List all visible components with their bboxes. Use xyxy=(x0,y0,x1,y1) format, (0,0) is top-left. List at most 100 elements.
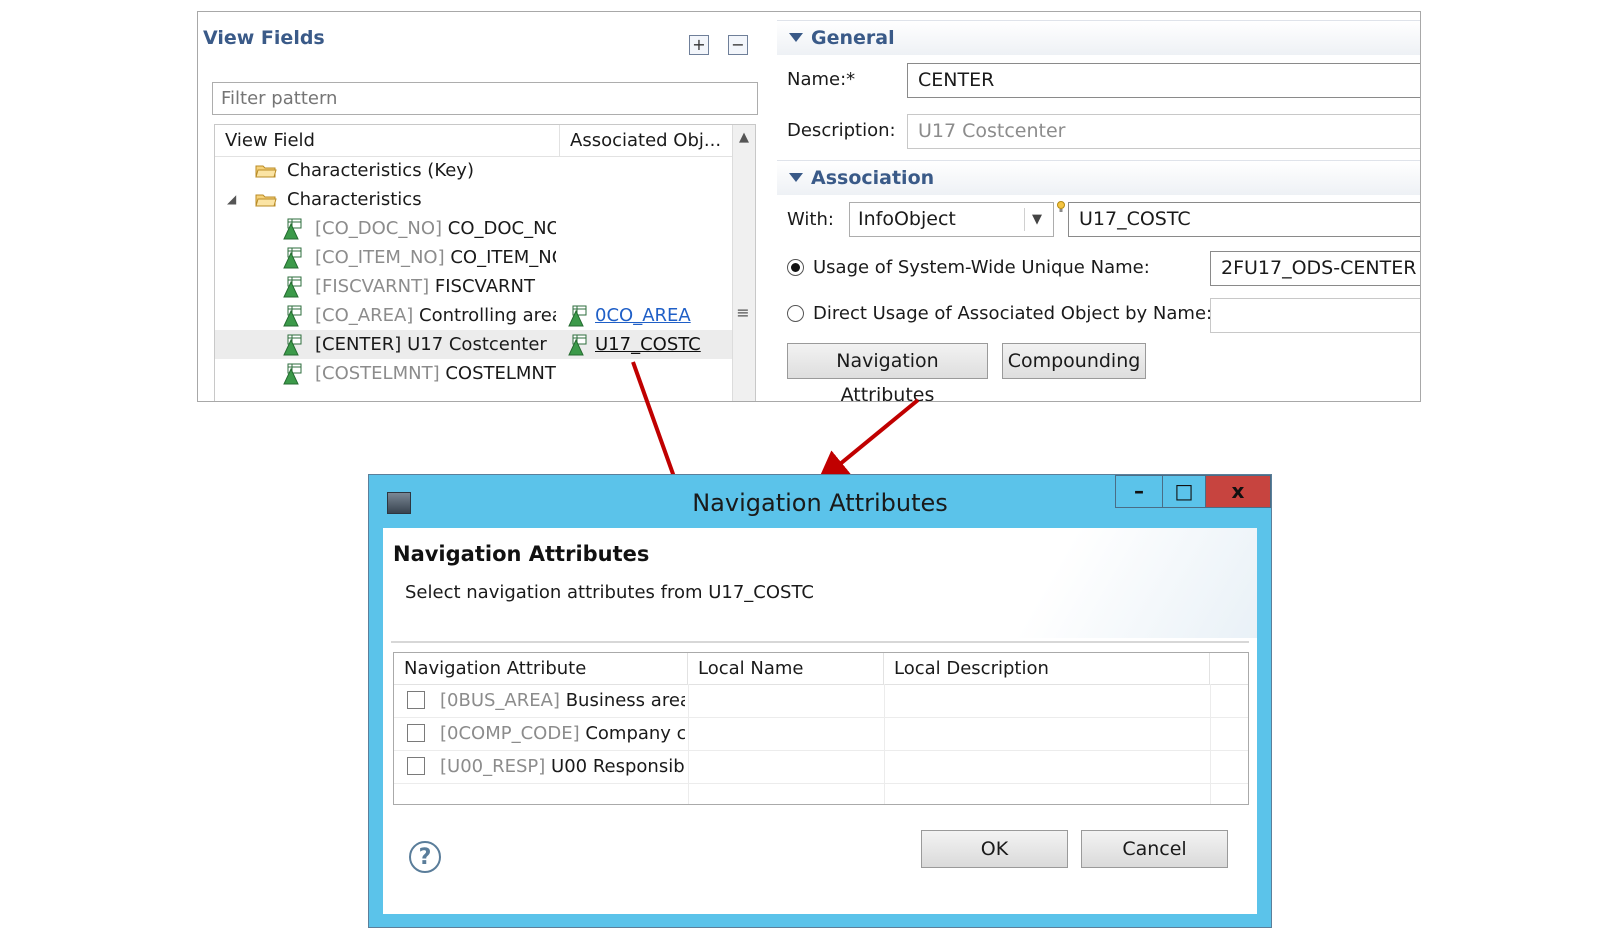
usage-system-wide-label: Usage of System-Wide Unique Name: xyxy=(813,257,1150,278)
field-name: Controlling area xyxy=(419,305,556,326)
tree-row[interactable]: Characteristics (Key) xyxy=(215,156,733,185)
lightbulb-icon xyxy=(1057,201,1065,212)
field-name: U17 Costcenter xyxy=(407,334,547,355)
characteristic-icon xyxy=(283,218,302,240)
direct-usage-label: Direct Usage of Associated Object by Nam… xyxy=(813,303,1213,324)
attribute-name: Company code xyxy=(585,723,685,744)
row-checkbox[interactable] xyxy=(407,691,425,709)
tree-row-label: Characteristics xyxy=(287,189,422,210)
association-section-title: Association xyxy=(811,167,935,189)
with-select-value: InfoObject xyxy=(858,208,956,230)
column-header-associated-object[interactable]: Associated Obj... xyxy=(560,125,733,156)
minus-box-icon[interactable]: − xyxy=(728,35,748,55)
navigation-attributes-table: Navigation Attribute Local Name Local De… xyxy=(393,652,1249,805)
header-banner xyxy=(997,528,1257,638)
associated-object-link[interactable]: U17_COSTC xyxy=(595,330,701,359)
collapse-triangle-icon xyxy=(789,33,803,42)
view-fields-panel: View Fields + − View Field Associated Ob… xyxy=(198,12,766,401)
maximize-button[interactable]: □ xyxy=(1162,475,1206,508)
characteristic-icon xyxy=(283,334,302,356)
scroll-grip-icon[interactable]: ≡ xyxy=(736,275,750,350)
row-checkbox[interactable] xyxy=(407,724,425,742)
column-header-local-description[interactable]: Local Description xyxy=(884,653,1210,684)
with-label: With: xyxy=(787,209,834,230)
view-fields-tree: View Field Associated Obj... Characteris… xyxy=(214,124,756,401)
close-button[interactable]: x xyxy=(1205,475,1271,508)
dialog-titlebar[interactable]: Navigation Attributes – □ x xyxy=(369,475,1271,528)
chevron-down-icon[interactable]: ▼ xyxy=(1024,208,1049,231)
dialog-heading: Navigation Attributes xyxy=(393,542,650,566)
association-section-header[interactable]: Association xyxy=(777,160,1420,195)
direct-usage-radio[interactable] xyxy=(787,305,804,322)
tree-row[interactable]: [CO_ITEM_NO] CO_ITEM_NO xyxy=(215,243,733,272)
general-section-header[interactable]: General xyxy=(777,20,1420,55)
field-tech-name: [FISCVARNT] xyxy=(315,276,430,297)
table-row[interactable]: [0COMP_CODE] Company code xyxy=(394,717,1248,751)
field-name: CO_ITEM_NO xyxy=(450,247,556,268)
field-name: COSTELMNT xyxy=(445,363,556,384)
column-header-view-field[interactable]: View Field xyxy=(215,125,560,156)
tree-row[interactable]: [FISCVARNT] FISCVARNT xyxy=(215,272,733,301)
with-select[interactable]: InfoObject ▼ xyxy=(849,202,1054,237)
column-header-local-name[interactable]: Local Name xyxy=(688,653,884,684)
field-tech-name: [CO_ITEM_NO] xyxy=(315,247,445,268)
properties-panel: General Name:* CENTER Description: U17 C… xyxy=(777,12,1420,401)
field-name: CO_DOC_NO xyxy=(447,218,556,239)
view-fields-title: View Fields xyxy=(203,27,325,49)
field-tech-name: [CO_DOC_NO] xyxy=(315,218,443,239)
tree-row[interactable]: [CO_AREA] Controlling area 0CO_AREA xyxy=(215,301,733,330)
description-label: Description: xyxy=(787,120,896,141)
plus-box-icon[interactable]: + xyxy=(689,35,709,55)
table-row[interactable]: [0BUS_AREA] Business area xyxy=(394,684,1248,718)
characteristic-icon xyxy=(283,247,302,269)
usage-system-wide-radio[interactable] xyxy=(787,259,804,276)
attribute-name: U00 Responsible xyxy=(551,756,685,777)
table-row[interactable]: [U00_RESP] U00 Responsible xyxy=(394,750,1248,784)
collapse-triangle-icon xyxy=(789,173,803,182)
navigation-attributes-button[interactable]: Navigation Attributes xyxy=(787,343,988,401)
field-name: FISCVARNT xyxy=(434,276,535,297)
general-section-title: General xyxy=(811,27,895,49)
tree-row[interactable]: ◢ Characteristics xyxy=(215,185,733,214)
dialog-client: Navigation Attributes Select navigation … xyxy=(383,528,1257,914)
divider xyxy=(391,641,1249,643)
characteristic-icon xyxy=(283,363,302,385)
folder-open-icon xyxy=(255,194,277,207)
name-input[interactable]: CENTER xyxy=(907,63,1420,98)
ok-button[interactable]: OK xyxy=(921,830,1068,868)
tree-row[interactable]: [CO_DOC_NO] CO_DOC_NO xyxy=(215,214,733,243)
minimize-button[interactable]: – xyxy=(1115,475,1163,508)
attribute-tech-name: [0COMP_CODE] xyxy=(440,723,580,744)
row-checkbox[interactable] xyxy=(407,757,425,775)
description-input[interactable]: U17 Costcenter xyxy=(907,114,1420,149)
folder-open-icon xyxy=(255,165,277,178)
column-divider xyxy=(688,684,689,804)
infoobject-icon xyxy=(568,334,587,356)
tree-scrollbar[interactable]: ▲ ≡ xyxy=(732,125,755,401)
editor-frame: View Fields + − View Field Associated Ob… xyxy=(197,11,1421,402)
dialog-subtitle: Select navigation attributes from U17_CO… xyxy=(405,582,814,603)
scroll-up-icon[interactable]: ▲ xyxy=(733,125,755,151)
characteristic-icon xyxy=(283,305,302,327)
system-wide-name-input[interactable]: 2FU17_ODS-CENTER xyxy=(1210,251,1420,286)
direct-usage-input[interactable] xyxy=(1210,298,1420,333)
tree-header: View Field Associated Obj... xyxy=(215,125,733,157)
filter-input[interactable] xyxy=(212,82,758,115)
navigation-attributes-dialog: Navigation Attributes – □ x Navigation A… xyxy=(368,474,1272,928)
tree-row-label: Characteristics (Key) xyxy=(287,160,474,181)
cancel-button[interactable]: Cancel xyxy=(1081,830,1228,868)
expander-icon[interactable]: ◢ xyxy=(227,185,236,214)
compounding-button[interactable]: Compounding xyxy=(1002,343,1146,379)
help-icon[interactable]: ? xyxy=(409,841,441,873)
tree-row[interactable]: [COSTELMNT] COSTELMNT xyxy=(215,359,733,388)
attribute-tech-name: [0BUS_AREA] xyxy=(440,690,560,711)
field-tech-name: [COSTELMNT] xyxy=(315,363,440,384)
name-label: Name:* xyxy=(787,69,856,90)
associated-object-input[interactable]: U17_COSTC xyxy=(1068,202,1420,237)
arrow-to-dialog-title xyxy=(816,398,920,484)
infoobject-icon xyxy=(568,305,587,327)
associated-object-link[interactable]: 0CO_AREA xyxy=(595,301,691,330)
table-header: Navigation Attribute Local Name Local De… xyxy=(394,653,1248,685)
tree-row-selected[interactable]: [CENTER] U17 Costcenter U17_COSTC xyxy=(215,330,733,359)
column-header-navigation-attribute[interactable]: Navigation Attribute xyxy=(394,653,688,684)
